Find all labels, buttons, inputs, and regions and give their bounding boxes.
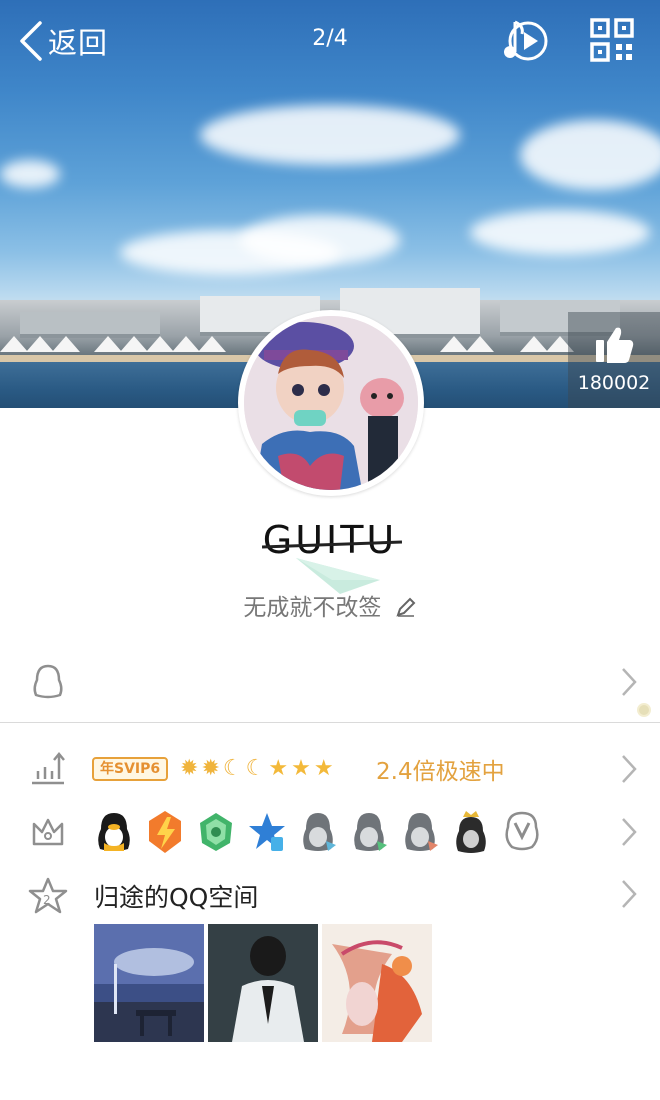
back-button[interactable]: 返回 [18,18,108,64]
sun-icon: ✹ [201,756,220,781]
penguin-gray-icon[interactable] [298,809,338,855]
qzone-photo-thumbnail[interactable] [94,924,204,1042]
level-chart-icon [32,752,65,785]
chevron-right-icon [622,755,637,783]
signature[interactable]: 无成就不改签 [0,588,660,622]
notification-dot [637,703,651,717]
qzone-photo-thumbnail[interactable] [208,924,318,1042]
qzone-label: 归途的QQ空间 [94,883,259,912]
game-badge-icon[interactable] [196,809,236,855]
penguin-crown-icon[interactable] [451,809,491,855]
vip-badge: 年SVIP6 [92,757,169,781]
crown-icon [32,818,64,846]
like-button[interactable]: 180002 [568,312,660,408]
svg-text:2: 2 [43,893,51,907]
star-icon: ★ [291,756,311,781]
thumbs-up-icon [596,327,634,363]
avatar-image [244,316,418,490]
badge-list [94,806,553,858]
lightning-badge-icon[interactable] [145,809,185,855]
qq-penguin-icon [33,664,63,699]
qq-info-row[interactable] [0,652,660,712]
star-badge-icon[interactable] [247,809,287,855]
moon-icon: ☾ [222,756,243,781]
chevron-right-icon [622,818,637,846]
chevron-right-icon [622,880,637,908]
qr-code-icon[interactable] [590,18,634,62]
level-icons: ✹ ✹ ☾ ☾ ★ ★ ★ [180,754,337,784]
penguin-gray-icon[interactable] [349,809,389,855]
speed-text: 2.4倍极速中 [376,759,505,785]
qzone-thumbnails [94,924,436,1042]
moon-icon: ☾ [245,756,266,781]
divider [0,722,660,723]
v-badge-icon[interactable] [502,809,542,855]
qzone-star-icon: 2 [28,877,68,914]
penguin-gray-icon[interactable] [400,809,440,855]
sun-icon: ✹ [180,756,199,781]
back-label: 返回 [48,26,109,60]
qq-penguin-icon[interactable] [94,809,134,855]
chevron-left-icon [20,21,42,61]
star-icon: ★ [313,756,334,781]
signature-text: 无成就不改签 [243,595,382,621]
like-count: 180002 [577,372,651,394]
music-icon[interactable] [500,16,550,66]
chevron-right-icon [622,668,637,696]
star-icon: ★ [268,756,289,781]
top-bar: 返回 2/4 [0,0,660,84]
qzone-photo-thumbnail[interactable] [322,924,432,1042]
pencil-icon[interactable] [395,596,417,618]
avatar[interactable] [238,310,424,496]
